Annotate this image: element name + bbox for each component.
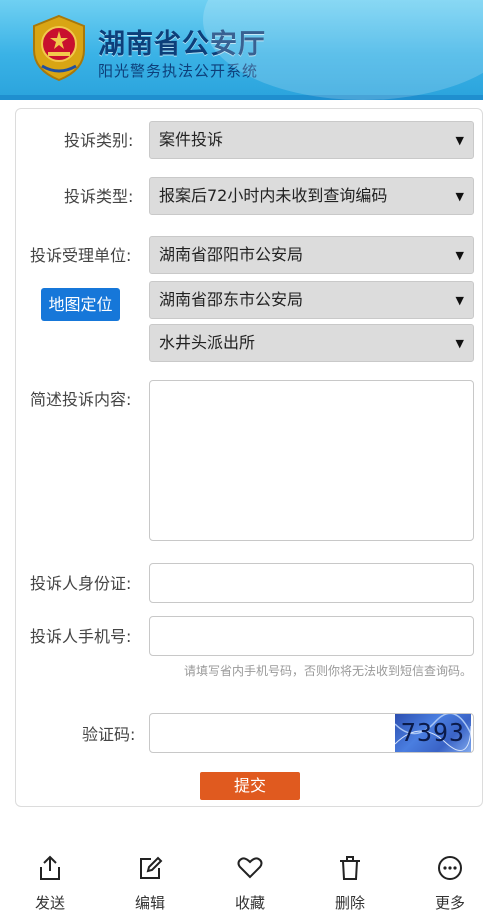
id-card-label: 投诉人身份证: xyxy=(30,574,132,593)
dropdown-caret-icon: ▼ xyxy=(455,134,464,147)
delete-button[interactable]: 删除 xyxy=(315,840,385,916)
favorite-label: 收藏 xyxy=(234,894,265,912)
complaint-type-value: 报案后72小时内未收到查询编码 xyxy=(159,186,388,205)
phone-input[interactable] xyxy=(149,616,474,656)
id-card-input[interactable] xyxy=(149,563,474,603)
favorite-button[interactable]: 收藏 xyxy=(215,840,285,916)
delete-label: 删除 xyxy=(334,894,365,912)
police-emblem-icon xyxy=(33,14,85,82)
edit-button[interactable]: 编辑 xyxy=(115,840,185,916)
header-divider xyxy=(0,95,483,100)
dropdown-caret-icon: ▼ xyxy=(455,294,464,307)
handling-unit-city-value: 湖南省邵阳市公安局 xyxy=(159,245,304,264)
submit-button[interactable]: 提交 xyxy=(200,772,300,800)
share-icon xyxy=(40,855,60,880)
handling-unit-county-select[interactable]: 湖南省邵东市公安局 ▼ xyxy=(149,281,474,319)
dropdown-caret-icon: ▼ xyxy=(455,337,464,350)
handling-unit-station-select[interactable]: 水井头派出所 ▼ xyxy=(149,324,474,362)
trash-icon xyxy=(340,856,360,880)
send-button[interactable]: 发送 xyxy=(15,840,85,916)
handling-unit-label: 投诉受理单位: xyxy=(30,246,132,265)
app-header: 湖南省公安厅 阳光警务执法公开系统 xyxy=(0,0,483,100)
phone-hint: 请填写省内手机号码，否则你将无法收到短信查询码。 xyxy=(184,664,473,678)
more-label: 更多 xyxy=(434,894,465,912)
map-locate-button[interactable]: 地图定位 xyxy=(41,288,120,321)
edit-label: 编辑 xyxy=(134,894,165,912)
complaint-category-label: 投诉类别: xyxy=(64,131,134,150)
complaint-content-label: 简述投诉内容: xyxy=(30,390,132,409)
send-label: 发送 xyxy=(34,894,65,912)
dropdown-caret-icon: ▼ xyxy=(455,190,464,203)
complaint-category-value: 案件投诉 xyxy=(159,130,224,149)
dropdown-caret-icon: ▼ xyxy=(455,249,464,262)
bottom-toolbar: 发送 编辑 收藏 删除 更多 xyxy=(0,840,483,916)
edit-icon xyxy=(140,856,163,879)
handling-unit-city-select[interactable]: 湖南省邵阳市公安局 ▼ xyxy=(149,236,474,274)
handling-unit-county-value: 湖南省邵东市公安局 xyxy=(159,290,304,309)
complaint-type-select[interactable]: 报案后72小时内未收到查询编码 ▼ xyxy=(149,177,474,215)
more-icon xyxy=(438,856,462,880)
captcha-code: 7393 xyxy=(400,718,466,747)
complaint-type-label: 投诉类型: xyxy=(64,187,134,206)
more-button[interactable]: 更多 xyxy=(415,840,483,916)
heart-icon xyxy=(237,857,263,879)
handling-unit-station-value: 水井头派出所 xyxy=(159,333,256,352)
app-subtitle: 阳光警务执法公开系统 xyxy=(98,62,259,80)
captcha-label: 验证码: xyxy=(82,725,136,744)
complaint-category-select[interactable]: 案件投诉 ▼ xyxy=(149,121,474,159)
phone-label: 投诉人手机号: xyxy=(30,627,132,646)
complaint-content-textarea[interactable] xyxy=(149,380,474,541)
captcha-image[interactable]: 7393 xyxy=(395,714,471,752)
app-title: 湖南省公安厅 xyxy=(98,29,266,60)
